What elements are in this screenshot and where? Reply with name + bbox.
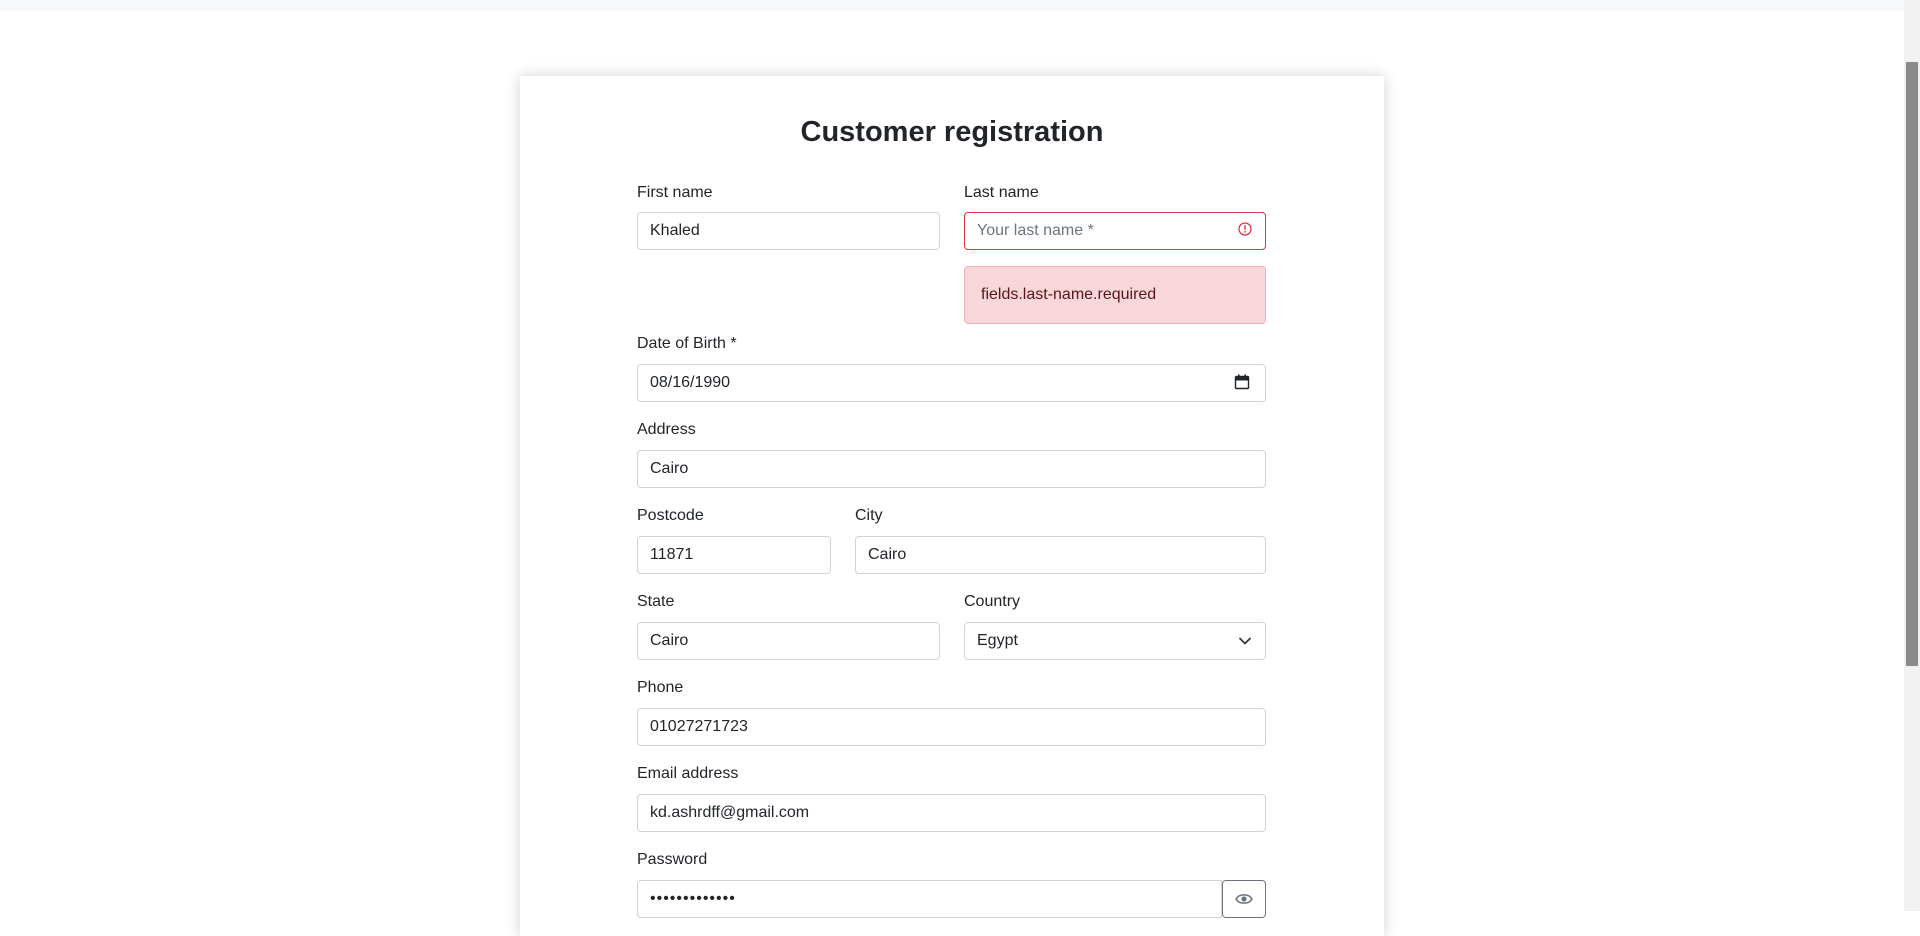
toggle-password-visibility-button[interactable] <box>1222 880 1266 918</box>
password-input[interactable] <box>637 880 1222 918</box>
first-name-input[interactable] <box>637 212 940 250</box>
phone-label: Phone <box>637 679 684 696</box>
last-name-input[interactable] <box>964 212 1266 250</box>
state-label: State <box>637 593 675 610</box>
dob-input[interactable] <box>637 364 1266 402</box>
city-input[interactable] <box>855 536 1266 574</box>
page-scrollbar[interactable] <box>1904 0 1920 911</box>
country-label: Country <box>964 593 1021 610</box>
city-label: City <box>855 507 883 524</box>
calendar-icon[interactable] <box>1234 374 1250 390</box>
last-name-error: fields.last-name.required <box>964 266 1266 324</box>
exclamation-circle-icon <box>1238 222 1252 236</box>
first-name-label: First name <box>637 184 713 201</box>
email-label: Email address <box>637 765 739 782</box>
address-input[interactable] <box>637 450 1266 488</box>
phone-input[interactable] <box>637 708 1266 746</box>
postcode-input[interactable] <box>637 536 831 574</box>
country-select[interactable]: Egypt <box>964 622 1266 660</box>
last-name-label: Last name <box>964 184 1039 201</box>
country-selected-value: Egypt <box>977 632 1018 649</box>
dob-label: Date of Birth * <box>637 335 737 352</box>
scrollbar-thumb[interactable] <box>1906 62 1918 666</box>
top-bar <box>0 0 1904 11</box>
postcode-label: Postcode <box>637 507 704 524</box>
state-input[interactable] <box>637 622 940 660</box>
eye-icon <box>1235 894 1253 904</box>
email-input[interactable] <box>637 794 1266 832</box>
password-label: Password <box>637 851 708 868</box>
page-title: Customer registration <box>800 116 1104 148</box>
chevron-down-icon <box>1239 637 1251 645</box>
address-label: Address <box>637 421 696 438</box>
